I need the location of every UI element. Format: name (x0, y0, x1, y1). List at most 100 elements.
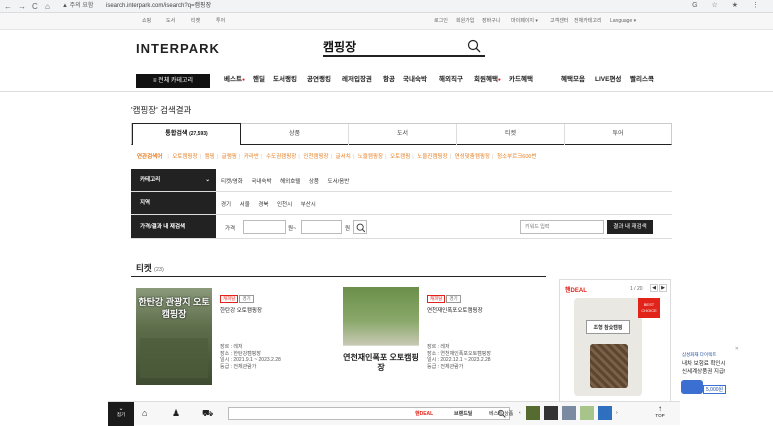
signup-link[interactable]: 회원가입 (456, 18, 474, 25)
gnb-air[interactable]: 항공 (383, 76, 395, 84)
security-warning[interactable]: ▲ 주의 요함 (62, 2, 93, 11)
cart-icon[interactable]: ⛟ (202, 408, 213, 420)
tab-integrated-label: 통합검색 (165, 131, 188, 137)
gnb-live[interactable]: LIVE편성 (595, 76, 621, 84)
filter-option[interactable]: 부산시 (301, 202, 316, 208)
product-thumbnail[interactable] (562, 406, 576, 420)
related-keyword[interactable]: 오토캠핑장 (172, 154, 197, 160)
close-icon[interactable]: ✕ (735, 346, 739, 352)
customer-center-link[interactable]: 고객센터 (550, 18, 568, 25)
gnb-overseas-direct[interactable]: 해외직구 (439, 76, 463, 84)
research-button[interactable]: 결과 내 재검색 (607, 220, 653, 234)
related-keyword[interactable]: 캠핑 (205, 154, 215, 160)
tab-tickets[interactable]: 티켓 (457, 124, 565, 145)
reload-icon[interactable]: C (32, 2, 38, 11)
prev-icon[interactable]: ◀ (650, 284, 658, 292)
divider: | (216, 154, 219, 160)
gnb-benefit-collection[interactable]: 혜택모음 (561, 76, 585, 84)
filter-category-head[interactable]: 카테고리 ⌄ (131, 169, 216, 191)
util-tab-book[interactable]: 도서 (166, 18, 175, 25)
tab-books[interactable]: 도서 (349, 124, 457, 145)
mypage-link[interactable]: 마이페이지 ▾ (511, 18, 538, 25)
home-icon[interactable]: ⌂ (45, 2, 50, 11)
gnb-leisure[interactable]: 레저입장권 (342, 76, 372, 84)
related-keyword[interactable]: 오토캠핑 (390, 154, 410, 160)
filter-option[interactable]: 경북 (258, 202, 268, 208)
divider: | (412, 154, 414, 160)
gnb-best[interactable]: 베스트● (224, 76, 245, 84)
related-keyword[interactable]: 노을진캠핑장 (417, 154, 447, 160)
gnb-quick[interactable]: 빨리스콕 (630, 76, 654, 84)
all-category-link[interactable]: 전체카테고리 (574, 18, 602, 25)
util-tab-tour[interactable]: 쇼핑 (142, 18, 151, 25)
product-thumbnail[interactable] (526, 406, 540, 420)
scroll-top-button[interactable]: ↑ TOP (648, 405, 672, 419)
filter-option[interactable]: 티켓/영화 (221, 179, 243, 185)
util-tab-shopping[interactable]: 투어 (216, 18, 225, 25)
brandday-link[interactable]: 브랜드딜 (454, 410, 472, 417)
side-ad[interactable]: ✕ 삼성화재 다이렉트 내차 보험료 확인시 신세계상품권 지급! 5,000원 (679, 346, 739, 404)
address-bar[interactable]: isearch.interpark.com/isearch?q=캠핑장 (106, 2, 211, 11)
filter-option[interactable]: 서울 (240, 202, 250, 208)
filter-option[interactable]: 국내숙박 (251, 179, 271, 185)
gnb-show-ranking[interactable]: 공연랭킹 (307, 76, 331, 84)
ticket-title[interactable]: 연천재인폭포오토캠핑장 (427, 308, 547, 314)
price-search-button[interactable] (353, 220, 367, 234)
search-icon[interactable] (467, 39, 481, 53)
gnb-domestic-stay[interactable]: 국내숙박 (403, 76, 427, 84)
language-select[interactable]: Language ▾ (610, 18, 636, 25)
related-keyword[interactable]: 글램핑 (222, 154, 237, 160)
handeal-link[interactable]: 핸DEAL (415, 410, 433, 417)
search-input[interactable] (323, 37, 463, 55)
related-keywords: 연관검색어 | 오토캠핑장 | 캠핑 | 글램핑 | 카라반 | 수도권캠핑장 | 인천캠핑… (137, 152, 537, 160)
tab-tour[interactable]: 투어 (565, 124, 671, 145)
filter-option[interactable]: 해외호텔 (280, 179, 300, 185)
tab-products[interactable]: 상품 (241, 124, 349, 145)
all-category-button[interactable]: ≡ 전체 카테고리 (136, 74, 210, 88)
gnb-handeal[interactable]: 핸딜 (253, 76, 265, 84)
related-keyword[interactable]: 인천캠핑장 (303, 154, 328, 160)
handeal-ad[interactable]: 핸DEAL 1 / 20 ◀ ▶ 조형 참숯캠핑 BEST CHOICE (559, 279, 671, 403)
filter-option[interactable]: 상품 (309, 179, 319, 185)
home-icon[interactable]: ⌂ (142, 408, 147, 418)
collapse-menu-button[interactable]: ⌄ 접기 (108, 402, 134, 426)
interpark-logo[interactable]: INTERPARK (136, 41, 220, 56)
cart-link[interactable]: 장바구니 (482, 18, 500, 25)
forward-icon[interactable]: → (18, 2, 26, 11)
region-badge: 경기 (239, 295, 254, 303)
product-image: 조형 참숯캠핑 (574, 298, 642, 396)
ticket-card-image[interactable]: 연천재인폭포 오토캠핑장 (343, 287, 419, 384)
user-icon[interactable]: ♟ (172, 408, 180, 419)
filter-option[interactable]: 경기 (221, 202, 231, 208)
related-keyword[interactable]: 카라반 (244, 154, 259, 160)
related-keyword[interactable]: 글서치 (336, 154, 351, 160)
keyword-input[interactable] (520, 220, 604, 234)
back-icon[interactable]: ← (4, 2, 12, 11)
gnb-book-ranking[interactable]: 도서랭킹 (273, 76, 297, 84)
next-icon[interactable]: ▶ (659, 284, 667, 292)
util-tab-ticket[interactable]: 티켓 (191, 18, 200, 25)
related-keyword[interactable]: 청소부르크600번 (497, 154, 537, 160)
tab-integrated[interactable]: 통합검색 (27,593) (132, 123, 241, 145)
ticket-card-image[interactable]: 한탄강 관광지 오토캠핑장 (136, 288, 212, 385)
gnb-card-benefit[interactable]: 카드혜택 (509, 76, 533, 84)
chevron-right-icon[interactable]: › (616, 410, 618, 416)
product-thumbnail[interactable] (544, 406, 558, 420)
gnb-member-benefit[interactable]: 회원혜택● (474, 76, 501, 84)
related-keyword[interactable]: 연성맞춤캠핑장 (455, 154, 490, 160)
filter-option[interactable]: 도서/음반 (328, 179, 350, 185)
related-keyword[interactable]: 노을캠핑장 (358, 154, 383, 160)
chevron-left-icon[interactable]: ‹ (519, 410, 521, 416)
car-icon (681, 380, 703, 394)
browser-action-icons[interactable]: G ☆ ★ ⋮ (692, 1, 765, 9)
filter-region-row: 지역 경기 서울 경북 인천시 부산시 (131, 192, 672, 215)
ticket-title[interactable]: 한탄강 오토캠핑장 (220, 308, 330, 314)
price-min-input[interactable] (243, 220, 286, 234)
product-thumbnail[interactable] (598, 406, 612, 420)
filter-option[interactable]: 인천시 (277, 202, 292, 208)
product-thumbnail[interactable] (580, 406, 594, 420)
login-link[interactable]: 로그인 (434, 18, 448, 25)
price-max-input[interactable] (301, 220, 342, 234)
ad-line2: 신세계상품권 지급! (682, 369, 726, 375)
related-keyword[interactable]: 수도권캠핑장 (266, 154, 296, 160)
